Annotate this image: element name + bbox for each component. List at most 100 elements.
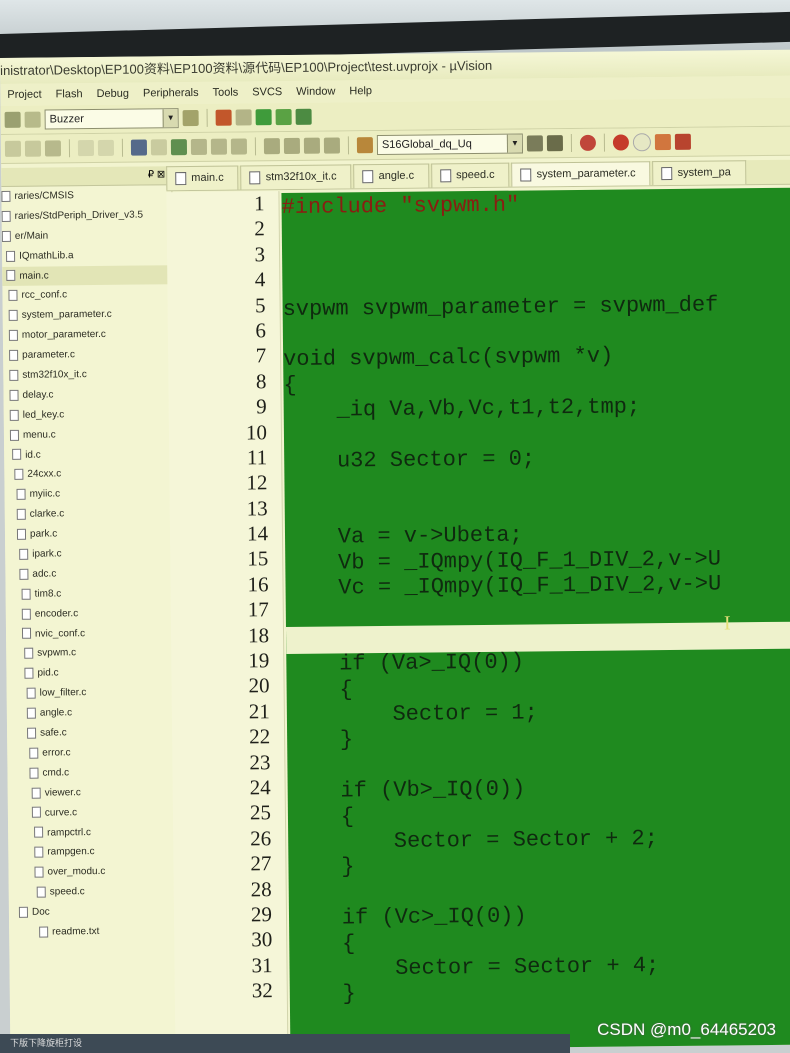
- tab-speed-c[interactable]: speed.c: [430, 162, 510, 188]
- file-icon: [31, 787, 41, 799]
- navigate-forward-icon[interactable]: [150, 139, 168, 156]
- tree-item[interactable]: led_key.c: [4, 404, 174, 426]
- tree-item[interactable]: ipark.c: [5, 543, 175, 565]
- tree-item[interactable]: id.c: [4, 444, 174, 466]
- cut-icon[interactable]: [4, 140, 22, 157]
- tree-item[interactable]: adc.c: [5, 563, 175, 585]
- bookmark-icon[interactable]: [170, 139, 188, 156]
- line-number: 27: [250, 851, 272, 876]
- paste-icon[interactable]: [44, 140, 62, 157]
- tree-item[interactable]: rcc_conf.c: [2, 285, 172, 307]
- batch-build-icon[interactable]: [4, 111, 21, 128]
- menu-help[interactable]: Help: [342, 80, 379, 102]
- select-packs-icon[interactable]: [235, 109, 252, 126]
- manage-project-icon[interactable]: [215, 109, 232, 126]
- find-icon[interactable]: [546, 135, 564, 152]
- tree-item[interactable]: clarke.c: [5, 503, 175, 525]
- editor-tabs: main.c stm32f10x_it.c angle.c speed.c system…: [166, 159, 790, 192]
- tree-item[interactable]: main.c: [2, 264, 173, 287]
- tree-item[interactable]: raries/CMSIS: [1, 185, 171, 207]
- tree-item-label: IQmathLib.a: [19, 249, 74, 262]
- line-number: 8: [255, 368, 267, 394]
- clear-bookmarks-icon[interactable]: [230, 138, 248, 155]
- tree-item[interactable]: delay.c: [3, 384, 173, 406]
- tree-item[interactable]: readme.txt: [9, 921, 179, 943]
- incremental-find-icon[interactable]: [526, 135, 544, 152]
- menu-peripherals[interactable]: Peripherals: [136, 82, 206, 105]
- disable-breakpoints-icon[interactable]: [654, 133, 671, 151]
- tree-item[interactable]: raries/StdPeriph_Driver_v3.5: [1, 205, 172, 227]
- tree-item[interactable]: safe.c: [7, 722, 177, 744]
- navigate-back-icon[interactable]: [130, 139, 148, 156]
- tree-item[interactable]: cmd.c: [7, 762, 177, 784]
- tree-item[interactable]: speed.c: [9, 881, 179, 903]
- enable-breakpoint-icon[interactable]: [632, 133, 652, 152]
- file-icon: [16, 488, 26, 501]
- menu-project[interactable]: Project: [0, 83, 48, 106]
- tree-item[interactable]: stm32f10x_it.c: [3, 364, 173, 386]
- copy-icon[interactable]: [24, 140, 42, 157]
- tree-item[interactable]: park.c: [5, 523, 175, 545]
- tab-angle-c[interactable]: angle.c: [353, 163, 430, 189]
- tree-item[interactable]: over_modu.c: [8, 861, 178, 883]
- tree-item[interactable]: 24cxx.c: [4, 464, 174, 486]
- tree-item[interactable]: parameter.c: [3, 344, 173, 366]
- line-number: 2: [254, 216, 265, 241]
- next-bookmark-icon[interactable]: [210, 138, 228, 155]
- kill-breakpoints-icon[interactable]: [674, 133, 691, 150]
- tree-item[interactable]: Doc: [9, 901, 179, 923]
- indent-icon[interactable]: [263, 138, 281, 155]
- tree-item[interactable]: curve.c: [8, 802, 178, 824]
- tab-system_parameter-c[interactable]: system_parameter.c: [511, 161, 651, 187]
- tree-item-label: angle.c: [39, 707, 73, 719]
- tree-item[interactable]: motor_parameter.c: [3, 324, 173, 346]
- undo-icon[interactable]: [77, 140, 95, 157]
- menu-tools[interactable]: Tools: [205, 81, 245, 103]
- find-in-files-icon[interactable]: [356, 137, 374, 154]
- tree-item[interactable]: viewer.c: [8, 782, 178, 804]
- prev-bookmark-icon[interactable]: [190, 138, 208, 156]
- tree-item[interactable]: angle.c: [7, 702, 177, 724]
- tree-item[interactable]: encoder.c: [6, 603, 176, 625]
- rte-icon[interactable]: [275, 108, 292, 126]
- tree-item[interactable]: menu.c: [4, 424, 174, 446]
- menu-svcs[interactable]: SVCS: [245, 81, 289, 103]
- tree-item[interactable]: rampctrl.c: [8, 822, 178, 844]
- tree-item[interactable]: svpwm.c: [6, 643, 176, 665]
- tree-item-label: speed.c: [49, 886, 85, 898]
- pane-controls[interactable]: ₽ ⊠: [148, 169, 166, 180]
- tree-item[interactable]: er/Main: [1, 225, 172, 247]
- comment-icon[interactable]: [303, 137, 321, 154]
- tree-item[interactable]: rampgen.c: [8, 842, 178, 864]
- unindent-icon[interactable]: [283, 137, 301, 155]
- uncomment-icon[interactable]: [323, 137, 341, 154]
- tab-system_pa[interactable]: system_pa: [652, 160, 746, 186]
- insert-breakpoint-icon[interactable]: [612, 134, 630, 151]
- menu-window[interactable]: Window: [289, 80, 342, 103]
- options-icon[interactable]: [182, 109, 199, 127]
- tree-item[interactable]: error.c: [7, 742, 177, 764]
- line-number: 29: [250, 902, 273, 927]
- pack-installer-icon[interactable]: [255, 109, 272, 126]
- tree-item[interactable]: myiic.c: [4, 484, 174, 506]
- menu-debug[interactable]: Debug: [89, 83, 136, 105]
- manage-rte-icon[interactable]: [295, 108, 312, 125]
- code-editor[interactable]: I #include "svpwm.h" svpwm svpwm_paramete…: [281, 187, 790, 1053]
- tree-item[interactable]: system_parameter.c: [3, 305, 173, 327]
- tree-item-label: myiic.c: [29, 488, 61, 501]
- code-line: Sector = Sector + 2;: [288, 826, 659, 856]
- find-symbol-input[interactable]: S16Global_dq_Uq ▼: [376, 133, 524, 156]
- tree-item[interactable]: tim8.c: [6, 583, 176, 605]
- tree-item[interactable]: IQmathLib.a: [2, 245, 172, 267]
- target-select[interactable]: Buzzer ▼: [44, 108, 179, 130]
- tab-main-c[interactable]: main.c: [166, 165, 239, 191]
- redo-icon[interactable]: [97, 139, 115, 156]
- tree-item[interactable]: nvic_conf.c: [6, 623, 176, 645]
- tab-stm32f10x_it-c[interactable]: stm32f10x_it.c: [240, 164, 352, 190]
- tree-item[interactable]: low_filter.c: [7, 682, 177, 704]
- line-number: 22: [248, 724, 271, 749]
- tree-item[interactable]: pid.c: [6, 663, 176, 685]
- debug-session-icon[interactable]: [579, 134, 597, 151]
- menu-flash[interactable]: Flash: [49, 83, 90, 105]
- load-icon[interactable]: [24, 111, 41, 128]
